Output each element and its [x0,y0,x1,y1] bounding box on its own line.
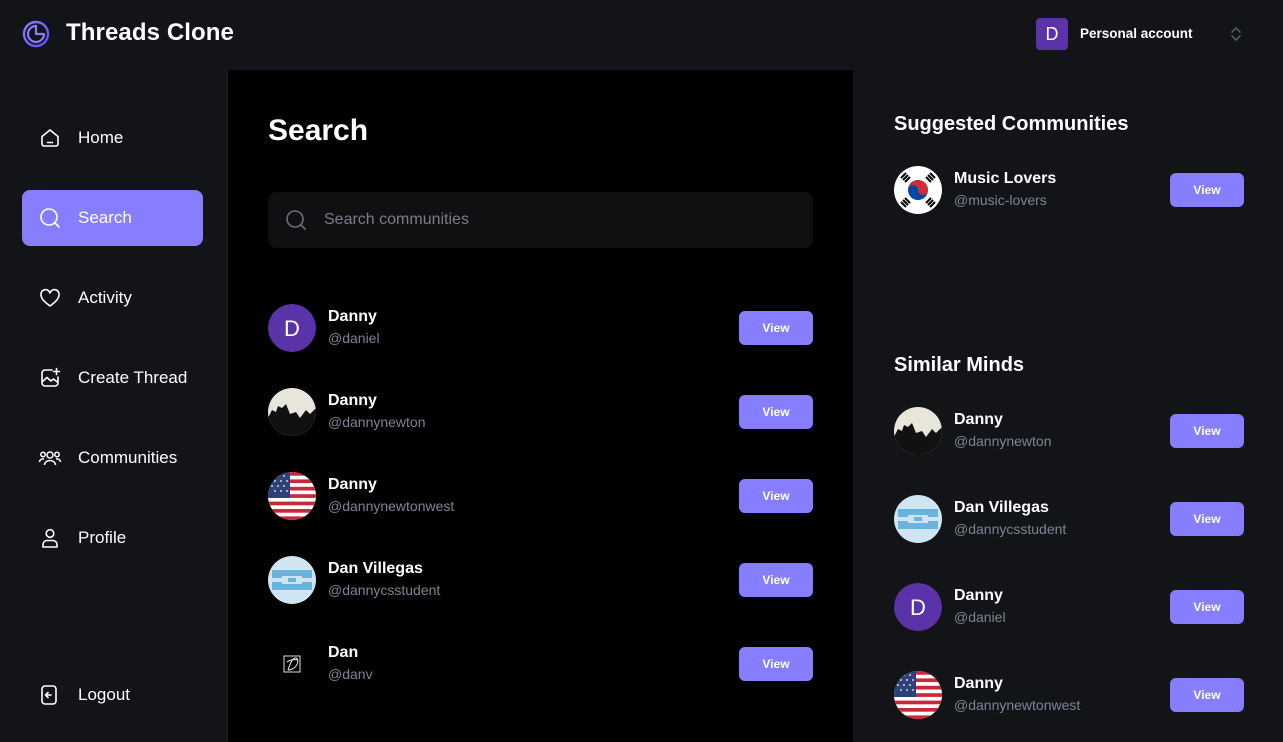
logout-label: Logout [78,685,130,704]
view-button[interactable]: View [739,479,813,513]
search-result-row: Dan @danv View [268,640,813,688]
sidebar-item-label: Activity [78,288,132,307]
user-handle: @dannynewtonwest [328,498,455,514]
sidebar-item-communities[interactable]: Communities [22,430,203,486]
sidebar-item-search[interactable]: Search [22,190,203,246]
heart-icon [40,288,60,307]
avatar[interactable] [268,388,316,436]
search-icon [286,210,306,230]
view-button[interactable]: View [739,311,813,345]
community-name: Music Lovers [954,170,1057,187]
sidebar-item-profile[interactable]: Profile [22,510,203,566]
similar-user-card: Dan Villegas @dannycsstudent View [894,495,1244,543]
user-name: Danny [328,392,377,409]
view-button[interactable]: View [739,563,813,597]
image-plus-icon [41,367,61,387]
community-card: Music Lovers @music-lovers View [894,166,1244,214]
top-bar: Threads Clone D Personal account [0,0,1283,70]
left-sidebar: Home Search Activity Create Thread Commu… [0,70,228,742]
user-name: Danny [954,587,1003,604]
user-handle: @dannynewton [328,414,426,430]
view-button[interactable]: View [1170,414,1244,448]
user-handle: @daniel [328,330,380,346]
chevron-up-down-icon[interactable] [1228,24,1244,44]
view-button[interactable]: View [1170,173,1244,207]
logout-icon [41,685,57,705]
similar-user-card: Danny @dannynewton View [894,407,1244,455]
avatar[interactable] [894,407,942,455]
search-result-row: Dan Villegas @dannycsstudent View [268,556,813,604]
similar-user-card: D Danny @daniel View [894,583,1244,631]
suggested-communities-heading: Suggested Communities [894,113,1129,135]
app-brand-title[interactable]: Threads Clone [66,19,234,47]
user-handle: @danv [328,666,373,682]
avatar[interactable] [894,166,942,214]
avatar[interactable] [894,671,942,719]
avatar[interactable] [268,556,316,604]
sidebar-item-label: Profile [78,528,127,547]
sidebar-item-home[interactable]: Home [22,110,203,166]
user-handle: @dannynewton [954,433,1052,449]
similar-user-card: Danny @dannynewtonwest View [894,671,1244,719]
avatar[interactable]: D [894,583,942,631]
user-handle: @daniel [954,609,1006,625]
user-handle: @dannycsstudent [328,582,441,598]
view-button[interactable]: View [1170,590,1244,624]
view-button[interactable]: View [739,647,813,681]
user-name: Dan [328,644,359,661]
users-icon [38,451,62,466]
main-content: Search D Danny @daniel View Danny @danny… [228,70,853,742]
search-input[interactable] [324,192,794,248]
community-handle: @music-lovers [954,192,1047,208]
sidebar-item-label: Communities [78,448,178,467]
sidebar-item-label: Home [78,128,124,147]
search-result-row: D Danny @daniel View [268,304,813,352]
user-name: Danny [328,308,377,325]
view-button[interactable]: View [739,395,813,429]
user-name: Dan Villegas [954,499,1049,516]
avatar[interactable] [268,472,316,520]
user-name: Danny [328,476,377,493]
view-button[interactable]: View [1170,678,1244,712]
view-button[interactable]: View [1170,502,1244,536]
search-bar[interactable] [268,192,813,248]
home-icon [41,129,59,147]
svg-text:D: D [910,595,926,620]
user-handle: @dannycsstudent [954,521,1067,537]
account-avatar[interactable]: D [1036,18,1068,50]
sidebar-item-create-thread[interactable]: Create Thread [22,350,203,406]
avatar[interactable]: D [268,304,316,352]
svg-text:D: D [284,316,300,341]
search-result-row: Danny @dannynewtonwest View [268,472,813,520]
search-icon [40,208,60,228]
sidebar-item-activity[interactable]: Activity [22,270,203,326]
right-sidebar: Suggested Communities Music Lovers @musi… [853,70,1283,742]
user-icon [42,528,58,548]
avatar[interactable] [268,640,316,688]
sidebar-item-label: Search [78,208,132,227]
sidebar-item-label: Create Thread [78,368,188,387]
user-name: Danny [954,675,1003,692]
user-handle: @dannynewtonwest [954,697,1081,713]
account-switcher-label[interactable]: Personal account [1080,26,1193,41]
search-result-row: Danny @dannynewton View [268,388,813,436]
similar-minds-heading: Similar Minds [894,354,1025,376]
user-name: Dan Villegas [328,560,423,577]
user-name: Danny [954,411,1003,428]
logout-button[interactable]: Logout [22,667,203,723]
page-title: Search [268,114,369,147]
avatar[interactable] [894,495,942,543]
app-logo-icon[interactable] [22,20,50,48]
